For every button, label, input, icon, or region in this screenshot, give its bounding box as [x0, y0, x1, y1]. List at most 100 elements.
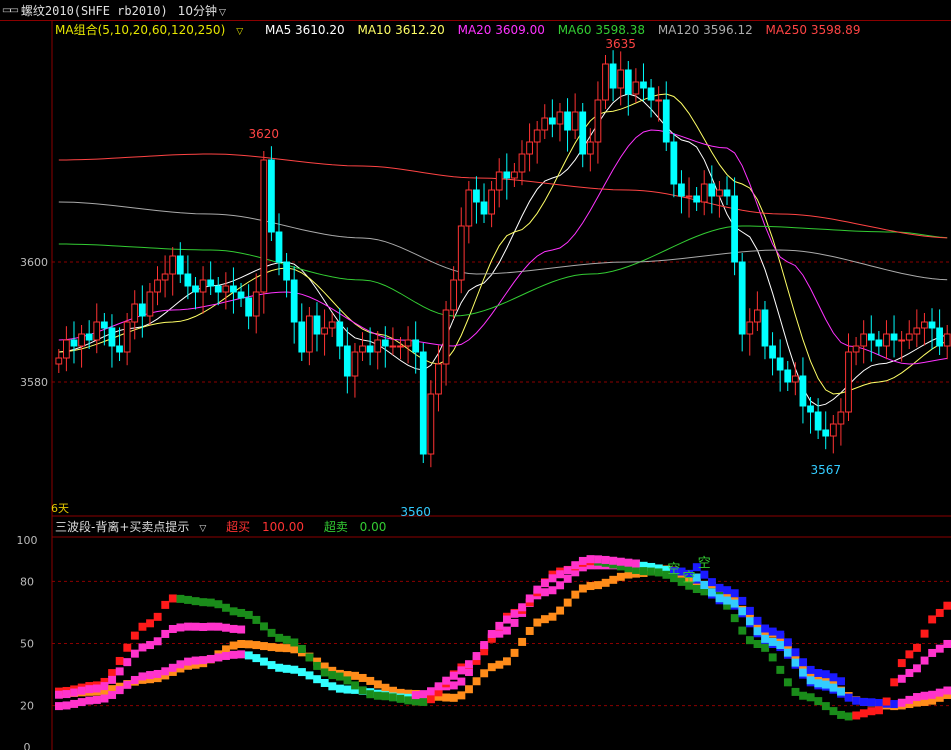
candle-up: [450, 279, 458, 311]
magenta-block: [556, 581, 565, 590]
magenta-block: [62, 690, 71, 699]
magenta-block: [138, 643, 147, 652]
red-block: [928, 615, 937, 624]
green-block: [381, 692, 390, 701]
green-block: [692, 585, 701, 594]
candle-down: [579, 111, 587, 155]
cyan-block: [783, 648, 792, 657]
candle-up: [860, 333, 868, 347]
candle-down: [867, 333, 875, 341]
green-block: [237, 608, 246, 617]
red-block: [130, 631, 139, 640]
candle-down: [890, 333, 898, 341]
blue-block: [723, 586, 732, 595]
orange-block: [601, 578, 610, 587]
green-block: [404, 696, 413, 705]
magenta-block: [609, 556, 618, 565]
cyan-block: [768, 637, 777, 646]
candle-down: [776, 357, 784, 371]
orange-block: [465, 685, 473, 694]
magenta-block: [92, 684, 101, 693]
candle-down: [116, 345, 123, 353]
green-block: [745, 636, 754, 645]
green-block: [351, 681, 360, 690]
magenta-block: [563, 566, 572, 575]
candle-up: [260, 159, 268, 293]
candle-up: [716, 189, 723, 197]
magenta-block: [184, 657, 192, 666]
red-block: [935, 608, 944, 617]
candle-down: [290, 279, 298, 323]
red-block: [123, 643, 132, 652]
magenta-block: [571, 561, 580, 570]
magenta-block: [503, 626, 511, 635]
red-block: [146, 619, 155, 628]
magenta-block: [548, 574, 557, 583]
red-block: [161, 600, 170, 609]
magenta-block: [434, 682, 443, 691]
magenta-block: [320, 678, 329, 687]
magenta-block: [146, 641, 155, 650]
magenta-block: [495, 621, 504, 630]
green-block: [176, 594, 185, 603]
candle-up: [397, 345, 404, 348]
green-block: [829, 707, 838, 716]
cyan-block: [821, 680, 830, 689]
magenta-block: [928, 690, 937, 699]
indicator-tick-label: 80: [20, 575, 34, 588]
candle-up: [913, 327, 921, 335]
candle-up: [533, 129, 541, 143]
magenta-block: [533, 585, 542, 594]
green-block: [730, 614, 739, 623]
magenta-block: [343, 685, 352, 694]
blue-block: [821, 670, 830, 679]
candle-up: [905, 333, 913, 341]
candle-down: [662, 99, 670, 143]
candle-up: [457, 225, 465, 281]
candle-down: [85, 333, 93, 341]
blue-block: [791, 648, 800, 657]
red-block: [920, 629, 929, 638]
green-block: [252, 615, 261, 624]
candle-down: [548, 117, 556, 125]
green-block: [654, 568, 663, 577]
candle-down: [503, 171, 511, 179]
candle-down: [275, 231, 283, 263]
candle-down: [875, 339, 883, 347]
magenta-block: [176, 660, 185, 669]
candle-down: [176, 255, 184, 275]
green-block: [297, 644, 306, 653]
candle-down: [640, 81, 647, 89]
red-block: [882, 697, 891, 706]
candle-down: [807, 405, 814, 413]
green-block: [358, 686, 367, 695]
magenta-block: [115, 686, 124, 695]
candle-down: [670, 141, 678, 185]
candle-down: [230, 285, 237, 293]
candle-up: [586, 141, 594, 155]
orange-block: [540, 615, 549, 624]
candle-down: [343, 345, 351, 377]
green-block: [305, 653, 314, 662]
magenta-block: [548, 586, 557, 595]
green-block: [783, 678, 792, 687]
candle-up: [746, 321, 754, 335]
blue-block: [730, 589, 739, 598]
magenta-block: [199, 656, 208, 665]
chart-canvas[interactable]: 35803600 3620363535603567 6天 0205080100 …: [0, 0, 951, 750]
green-block: [647, 567, 656, 576]
y-tick-label: 3600: [20, 256, 48, 269]
magenta-block: [92, 695, 101, 704]
cyan-block: [799, 668, 808, 677]
green-block: [199, 598, 208, 607]
candle-down: [381, 339, 389, 347]
cyan-block: [738, 607, 747, 616]
candle-down: [237, 291, 245, 299]
candle-down: [245, 297, 253, 317]
magenta-block: [55, 690, 63, 699]
orange-block: [586, 582, 595, 591]
orange-block: [449, 693, 458, 702]
magenta-block: [935, 688, 944, 697]
magenta-block: [503, 615, 511, 624]
magenta-block: [465, 667, 473, 676]
